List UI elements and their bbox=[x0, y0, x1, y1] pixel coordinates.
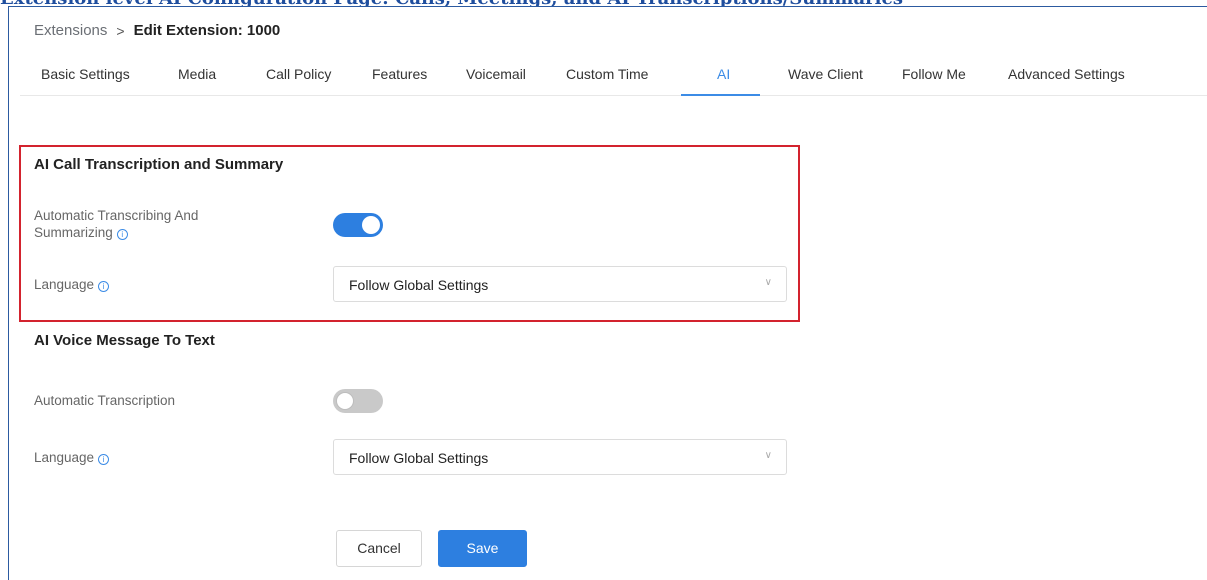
tab-ai[interactable]: AI bbox=[717, 66, 730, 82]
tab-features[interactable]: Features bbox=[372, 66, 427, 82]
auto-transcribe-summarize-label: Automatic Transcribing And Summarizing i bbox=[34, 207, 198, 241]
voice-language-select[interactable]: Follow Global Settings ∨ bbox=[333, 439, 787, 475]
voice-language-label-text: Language bbox=[34, 450, 95, 465]
chevron-down-icon: ∨ bbox=[764, 450, 772, 461]
info-icon[interactable]: i bbox=[98, 281, 110, 292]
tab-call-policy[interactable]: Call Policy bbox=[266, 66, 331, 82]
breadcrumb: Extensions > Edit Extension: 1000 bbox=[34, 22, 280, 39]
ai-voice-section-title: AI Voice Message To Text bbox=[34, 332, 215, 349]
chevron-down-icon: ∨ bbox=[764, 277, 772, 288]
auto-transcribe-summarize-label-line2: Summarizing bbox=[34, 225, 113, 240]
tab-follow-me[interactable]: Follow Me bbox=[902, 66, 966, 82]
cancel-button[interactable]: Cancel bbox=[336, 530, 422, 567]
save-button[interactable]: Save bbox=[438, 530, 527, 567]
auto-transcribe-summarize-toggle[interactable] bbox=[333, 213, 383, 237]
voice-language-label: Language i bbox=[34, 449, 110, 466]
info-icon[interactable]: i bbox=[98, 454, 110, 465]
active-tab-indicator bbox=[681, 94, 760, 96]
tab-custom-time[interactable]: Custom Time bbox=[566, 66, 648, 82]
info-icon[interactable]: i bbox=[116, 229, 128, 240]
voice-language-value: Follow Global Settings bbox=[349, 450, 489, 466]
call-language-select[interactable]: Follow Global Settings ∨ bbox=[333, 266, 787, 302]
breadcrumb-current: Edit Extension: 1000 bbox=[133, 22, 281, 39]
call-language-value: Follow Global Settings bbox=[349, 277, 489, 293]
tab-media[interactable]: Media bbox=[178, 66, 216, 82]
tab-bar: Basic Settings Media Call Policy Feature… bbox=[20, 56, 1207, 96]
breadcrumb-parent[interactable]: Extensions bbox=[34, 22, 107, 39]
tab-wave-client[interactable]: Wave Client bbox=[788, 66, 863, 82]
toggle-knob bbox=[362, 216, 380, 234]
auto-transcribe-summarize-label-line1: Automatic Transcribing And bbox=[34, 208, 199, 223]
tab-voicemail[interactable]: Voicemail bbox=[466, 66, 526, 82]
call-language-label-text: Language bbox=[34, 277, 95, 292]
breadcrumb-separator: > bbox=[116, 22, 125, 39]
tab-basic-settings[interactable]: Basic Settings bbox=[41, 66, 130, 82]
auto-transcription-label: Automatic Transcription bbox=[34, 393, 176, 408]
toggle-knob bbox=[336, 392, 354, 410]
call-language-label: Language i bbox=[34, 276, 110, 293]
auto-transcription-toggle[interactable] bbox=[333, 389, 383, 413]
tab-advanced-settings[interactable]: Advanced Settings bbox=[1008, 66, 1125, 82]
ai-call-section-title: AI Call Transcription and Summary bbox=[34, 156, 284, 173]
